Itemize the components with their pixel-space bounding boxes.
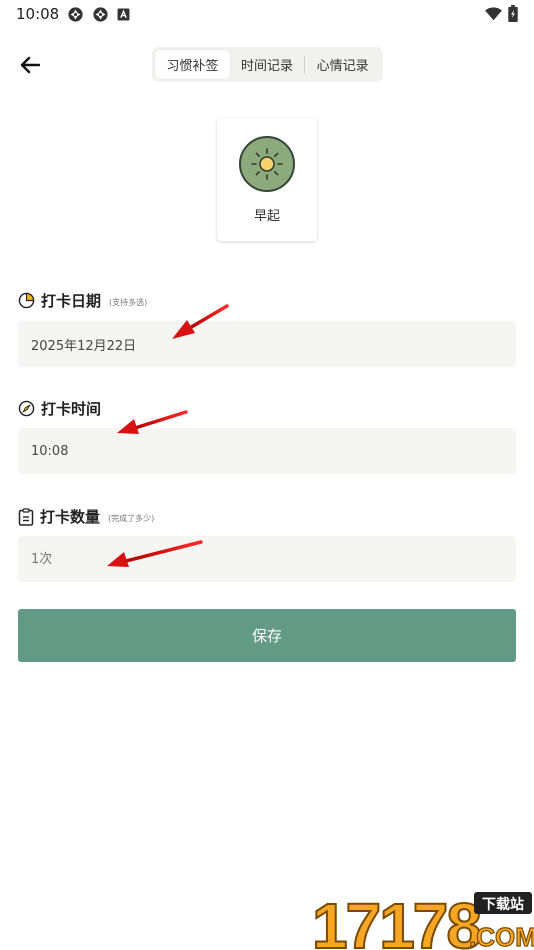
tab-habit-makeup[interactable]: 习惯补签 — [155, 50, 230, 79]
date-section-hint: (支持多选) — [109, 298, 148, 307]
notification-a-icon — [117, 8, 130, 21]
date-section-title: 打卡日期 — [41, 292, 102, 310]
arrow-left-icon — [20, 56, 40, 74]
tab-group: 习惯补签 时间记录 心情记录 — [152, 47, 383, 82]
save-button[interactable]: 保存 — [18, 609, 516, 662]
habit-card[interactable]: 早起 — [217, 118, 317, 241]
watermark-logo: 17178 下载站 .COM — [311, 888, 534, 950]
status-icons-right — [485, 5, 518, 22]
count-section-hint: (完成了多少) — [108, 514, 155, 523]
clipboard-icon — [18, 507, 34, 526]
compass-icon — [18, 400, 35, 417]
battery-icon — [508, 5, 518, 22]
count-input[interactable] — [18, 536, 516, 582]
habit-icon-circle — [239, 136, 295, 192]
status-bar: 10:08 — [0, 0, 534, 30]
time-section-title: 打卡时间 — [41, 400, 102, 418]
date-field[interactable]: 2025年12月22日 — [18, 321, 516, 367]
status-icons-left — [67, 6, 130, 23]
tab-time-record[interactable]: 时间记录 — [230, 50, 305, 79]
sync-icon — [93, 7, 108, 22]
sun-icon — [251, 148, 283, 180]
back-button[interactable] — [16, 52, 44, 78]
time-section-label: 打卡时间 — [18, 398, 101, 419]
watermark-domain: .COM — [469, 922, 534, 950]
watermark-badge: 下载站 — [482, 896, 524, 913]
count-section-title: 打卡数量 — [40, 508, 101, 526]
time-field[interactable]: 10:08 — [18, 428, 516, 474]
date-section-label: 打卡日期 (支持多选) — [18, 290, 147, 311]
habit-name: 早起 — [253, 209, 280, 224]
sync-icon — [68, 7, 83, 22]
tab-mood-record[interactable]: 心情记录 — [305, 50, 380, 79]
count-section-label: 打卡数量 (完成了多少) — [18, 506, 154, 527]
watermark-number: 17178 — [312, 890, 480, 950]
wifi-icon — [485, 6, 502, 20]
pie-clock-icon — [18, 292, 35, 309]
status-time: 10:08 — [16, 5, 60, 23]
